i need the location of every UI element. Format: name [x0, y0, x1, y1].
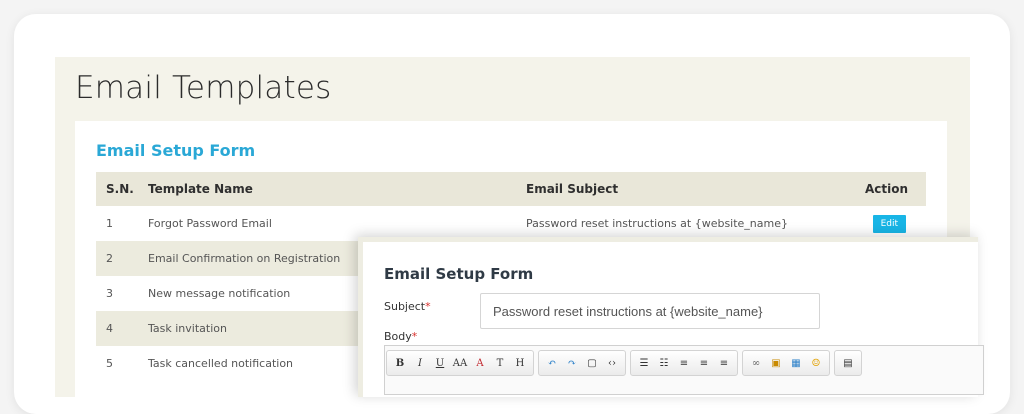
align-center-icon[interactable]: ≡	[695, 353, 713, 373]
ordered-list-icon[interactable]: ☷	[655, 353, 673, 373]
subject-input[interactable]	[480, 293, 820, 329]
row-sn: 4	[106, 322, 113, 335]
page-title: Email Templates	[75, 70, 332, 106]
toolbar-group: B I U AA A T H	[386, 350, 534, 376]
row-sn: 5	[106, 357, 113, 370]
image-icon[interactable]: ▣	[767, 353, 785, 373]
italic-icon[interactable]: I	[411, 353, 429, 373]
undo-icon[interactable]: ↶	[543, 353, 561, 373]
align-left-icon[interactable]: ≡	[675, 353, 693, 373]
header-action: Action	[864, 182, 908, 196]
link-icon[interactable]: ∞	[747, 353, 765, 373]
row-sn: 2	[106, 252, 113, 265]
row-sn: 3	[106, 287, 113, 300]
row-template-name: Forgot Password Email	[148, 217, 272, 230]
toolbar-group: ∞ ▣ ▦ ☺	[742, 350, 830, 376]
header-email-subject: Email Subject	[526, 182, 619, 196]
popup-title: Email Setup Form	[384, 265, 534, 283]
align-right-icon[interactable]: ≡	[715, 353, 733, 373]
font-size-icon[interactable]: AA	[451, 353, 469, 373]
toolbar-group: ☰ ☷ ≡ ≡ ≡	[630, 350, 738, 376]
bold-icon[interactable]: B	[391, 353, 409, 373]
row-email-subject: Password reset instructions at {website_…	[526, 217, 789, 230]
unordered-list-icon[interactable]: ☰	[635, 353, 653, 373]
html-icon[interactable]: ‹›	[603, 353, 621, 373]
required-mark: *	[425, 300, 431, 313]
editor-toolbar: B I U AA A T H ↶ ↷ ▢ ‹› ☰ ☷ ≡ ≡ ≡ ∞ ▣ ▦ ☺ ▤	[386, 348, 862, 378]
paste-icon[interactable]: ▢	[583, 353, 601, 373]
table-header: S.N. Template Name Email Subject Action	[96, 172, 926, 206]
subject-label: Subject*	[384, 300, 431, 313]
subject-label-text: Subject	[384, 300, 426, 313]
body-label-text: Body	[384, 330, 412, 343]
font-color-icon[interactable]: A	[471, 353, 489, 373]
row-sn: 1	[106, 217, 113, 230]
edit-button[interactable]: Edit	[872, 214, 906, 233]
required-mark: *	[411, 330, 418, 343]
heading-icon[interactable]: H	[511, 353, 529, 373]
font-family-icon[interactable]: T	[491, 353, 509, 373]
toolbar-group: ↶ ↷ ▢ ‹›	[538, 350, 626, 376]
header-sn: S.N.	[106, 182, 134, 196]
underline-icon[interactable]: U	[431, 353, 449, 373]
table-row: 1 Forgot Password Email Password reset i…	[96, 206, 926, 241]
toolbar-group: ▤	[834, 350, 862, 376]
header-template-name: Template Name	[148, 182, 253, 196]
preview-icon[interactable]: ▤	[839, 353, 857, 373]
redo-icon[interactable]: ↷	[563, 353, 581, 373]
section-title: Email Setup Form	[96, 141, 256, 160]
emoji-icon[interactable]: ☺	[807, 353, 825, 373]
body-label: Body*	[384, 330, 417, 343]
table-icon[interactable]: ▦	[787, 353, 805, 373]
